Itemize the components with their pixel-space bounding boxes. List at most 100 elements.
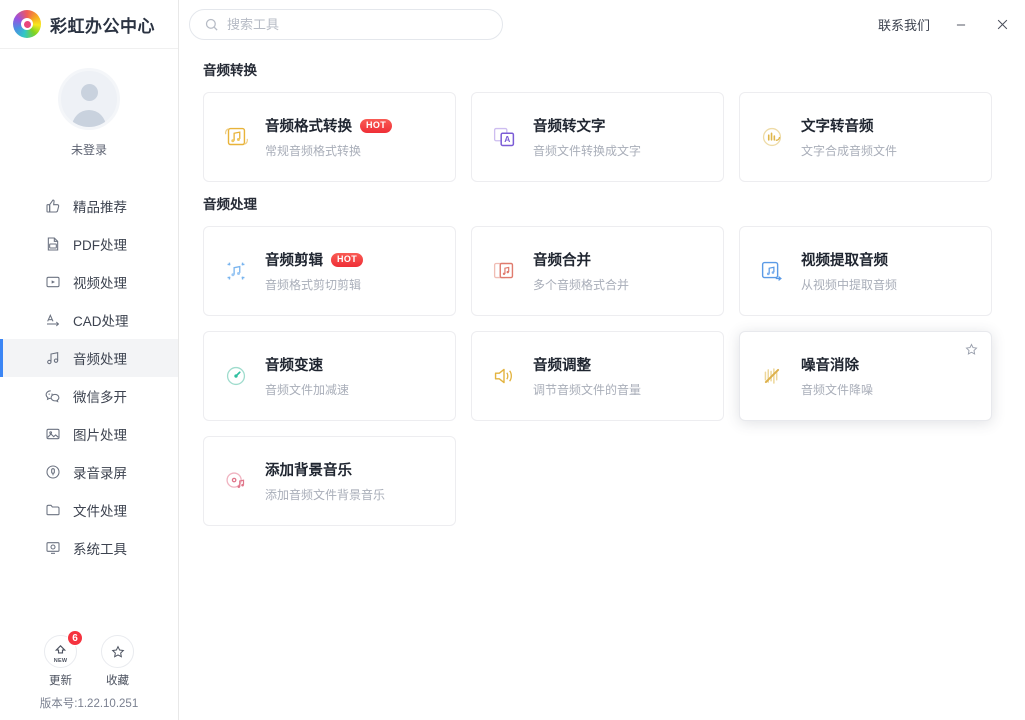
- sidebar-item-label: 精品推荐: [73, 200, 127, 215]
- update-count-badge: 6: [67, 630, 83, 646]
- tool-card-audio-cut[interactable]: 音频剪辑 HOT 音频格式剪切剪辑: [203, 226, 456, 316]
- card-desc: 文字合成音频文件: [801, 144, 898, 158]
- sidebar-item-record[interactable]: 录音录屏: [0, 453, 178, 491]
- update-button[interactable]: NEW 6 更新: [44, 630, 83, 688]
- cad-icon: [44, 312, 61, 329]
- card-title-row: 视频提取音频: [801, 249, 897, 270]
- sidebar-item-video[interactable]: 视频处理: [0, 263, 178, 301]
- search-input[interactable]: [227, 17, 488, 32]
- top-bar: 联系我们: [179, 0, 1025, 49]
- card-title: 音频转文字: [533, 119, 606, 135]
- sidebar-item-pdf[interactable]: PDF处理: [0, 225, 178, 263]
- noise-reduction-icon: [756, 360, 788, 392]
- volume-adjust-icon: [488, 360, 520, 392]
- tool-card-audio-to-text[interactable]: A 音频转文字 音频文件转换成文字: [471, 92, 724, 182]
- svg-text:A: A: [504, 134, 510, 144]
- card-title-row: 文字转音频: [801, 115, 897, 136]
- sidebar-item-image[interactable]: 图片处理: [0, 415, 178, 453]
- section-title: 音频转换: [203, 63, 257, 78]
- sidebar-item-label: 音频处理: [73, 352, 127, 367]
- sidebar: 彩虹办公中心 未登录 精品推荐 PDF处理 视频处理 CAD处理 音频处理 微信…: [0, 0, 179, 720]
- rainbow-logo-icon: [13, 10, 41, 38]
- wechat-icon: [44, 388, 61, 405]
- window-controls: 联系我们: [878, 15, 1012, 35]
- hot-badge: HOT: [360, 118, 393, 133]
- version-label: 版本号:1.22.10.251: [39, 698, 139, 710]
- video-play-icon: [44, 274, 61, 291]
- favorite-star-icon[interactable]: [964, 342, 979, 357]
- audio-format-convert-icon: [220, 121, 252, 153]
- brand: 彩虹办公中心: [0, 0, 178, 49]
- contact-us-link[interactable]: 联系我们: [878, 15, 930, 34]
- card-title: 音频合并: [533, 253, 591, 269]
- tool-card-audio-format-convert[interactable]: 音频格式转换 HOT 常规音频格式转换: [203, 92, 456, 182]
- card-title: 音频格式转换: [265, 119, 352, 135]
- sidebar-item-audio[interactable]: 音频处理: [0, 339, 178, 377]
- card-title-row: 音频剪辑 HOT: [265, 249, 364, 270]
- card-title-row: 音频调整: [533, 354, 641, 375]
- sidebar-item-label: 微信多开: [73, 390, 127, 405]
- brand-name: 彩虹办公中心: [50, 16, 155, 36]
- card-text: 音频格式转换 HOT 常规音频格式转换: [265, 115, 393, 159]
- audio-to-text-icon: A: [488, 121, 520, 153]
- tool-card-text-to-audio[interactable]: 文字转音频 文字合成音频文件: [739, 92, 992, 182]
- card-desc: 调节音频文件的音量: [533, 383, 642, 397]
- section-audio-process: 音频处理 音频剪辑 HOT 音频格式剪切剪辑 音频合并 多个音频格式合并 视频提…: [203, 193, 992, 526]
- favorites-button[interactable]: 收藏: [101, 635, 134, 688]
- sidebar-item-recommend[interactable]: 精品推荐: [0, 187, 178, 225]
- system-monitor-icon: [44, 540, 61, 557]
- card-text: 噪音消除 音频文件降噪: [801, 354, 873, 398]
- search-icon: [204, 17, 219, 32]
- card-grid: 音频剪辑 HOT 音频格式剪切剪辑 音频合并 多个音频格式合并 视频提取音频 从…: [203, 226, 992, 526]
- card-desc: 多个音频格式合并: [533, 278, 630, 292]
- card-title: 噪音消除: [801, 358, 859, 374]
- minimize-icon[interactable]: [951, 15, 971, 35]
- sidebar-item-file[interactable]: 文件处理: [0, 491, 178, 529]
- sidebar-item-system[interactable]: 系统工具: [0, 529, 178, 567]
- card-title-row: 添加背景音乐: [265, 459, 385, 480]
- tool-card-noise-reduction[interactable]: 噪音消除 音频文件降噪: [739, 331, 992, 421]
- tool-card-volume-adjust[interactable]: 音频调整 调节音频文件的音量: [471, 331, 724, 421]
- card-desc: 常规音频格式转换: [265, 144, 362, 158]
- card-title: 音频剪辑: [265, 253, 323, 269]
- sidebar-item-label: 文件处理: [73, 504, 127, 519]
- card-text: 视频提取音频 从视频中提取音频: [801, 249, 897, 293]
- tool-content: 音频转换 音频格式转换 HOT 常规音频格式转换 A 音频转文字 音频文件转换成…: [179, 49, 1025, 720]
- tool-card-audio-speed[interactable]: 音频变速 音频文件加减速: [203, 331, 456, 421]
- login-status-label: 未登录: [70, 143, 107, 157]
- section-audio-convert: 音频转换 音频格式转换 HOT 常规音频格式转换 A 音频转文字 音频文件转换成…: [203, 59, 992, 182]
- tool-card-background-music[interactable]: 添加背景音乐 添加音频文件背景音乐: [203, 436, 456, 526]
- profile-section[interactable]: 未登录: [0, 49, 178, 158]
- video-extract-audio-icon: [756, 255, 788, 287]
- sidebar-footer-actions: NEW 6 更新 收藏: [44, 630, 134, 688]
- card-desc: 音频文件加减速: [265, 383, 350, 397]
- tool-card-audio-merge[interactable]: 音频合并 多个音频格式合并: [471, 226, 724, 316]
- star-icon: [101, 635, 134, 668]
- card-title: 添加背景音乐: [265, 463, 352, 479]
- folder-icon: [44, 502, 61, 519]
- card-text: 文字转音频 文字合成音频文件: [801, 115, 897, 159]
- tool-card-video-extract-audio[interactable]: 视频提取音频 从视频中提取音频: [739, 226, 992, 316]
- sidebar-item-wechat[interactable]: 微信多开: [0, 377, 178, 415]
- pdf-file-icon: [44, 236, 61, 253]
- card-text: 音频转文字 音频文件转换成文字: [533, 115, 641, 159]
- sidebar-footer: NEW 6 更新 收藏 版本号:1.22.10.251: [0, 630, 178, 720]
- update-arrow-icon: NEW 6: [44, 630, 83, 668]
- card-title-row: 音频转文字: [533, 115, 641, 136]
- card-desc: 音频文件转换成文字: [533, 144, 642, 158]
- card-title-row: 音频合并: [533, 249, 629, 270]
- sidebar-item-label: 图片处理: [73, 428, 127, 443]
- card-text: 音频剪辑 HOT 音频格式剪切剪辑: [265, 249, 364, 293]
- sidebar-item-cad[interactable]: CAD处理: [0, 301, 178, 339]
- sidebar-item-label: 系统工具: [73, 542, 127, 557]
- thumbs-up-icon: [44, 198, 61, 215]
- image-icon: [44, 426, 61, 443]
- new-tag-label: NEW: [53, 658, 68, 664]
- card-title: 音频变速: [265, 358, 323, 374]
- card-title: 音频调整: [533, 358, 591, 374]
- user-avatar-icon[interactable]: [58, 68, 120, 130]
- close-icon[interactable]: [992, 15, 1012, 35]
- card-title: 视频提取音频: [801, 253, 888, 269]
- card-text: 音频变速 音频文件加减速: [265, 354, 349, 398]
- search-box[interactable]: [189, 9, 503, 40]
